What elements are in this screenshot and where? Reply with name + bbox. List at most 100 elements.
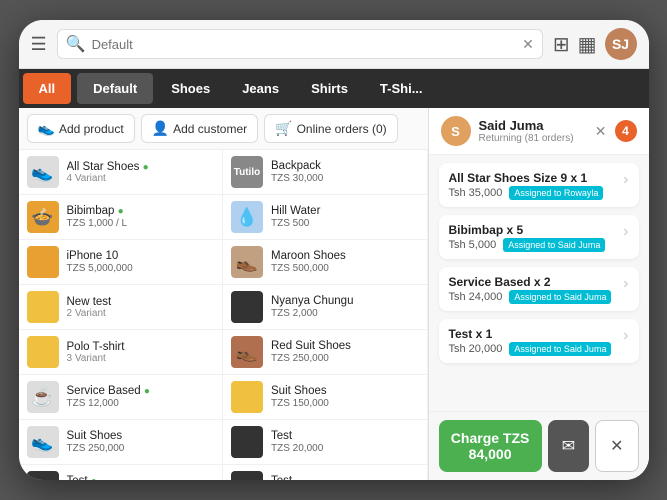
order-item-name: Service Based x 2	[449, 275, 616, 289]
product-info: Maroon Shoes TZS 500,000	[271, 250, 419, 274]
product-name: All Star Shoes ●	[67, 161, 215, 173]
product-price: TZS 1,000 / L	[67, 218, 215, 229]
list-item[interactable]: iPhone 10 TZS 5,000,000	[19, 240, 224, 285]
product-thumb: 🍲	[27, 201, 59, 233]
list-item[interactable]: 👞 Red Suit Shoes TZS 250,000	[223, 330, 428, 375]
product-name: Suit Shoes	[271, 385, 419, 397]
add-customer-button[interactable]: 👤 Add customer	[141, 114, 258, 143]
product-info: Suit Shoes TZS 150,000	[271, 385, 419, 409]
list-item[interactable]: Test TZS 20,000	[223, 465, 428, 480]
tab-all[interactable]: All	[23, 73, 72, 104]
product-thumb: 👟	[27, 426, 59, 458]
tab-jeans[interactable]: Jeans	[226, 73, 295, 104]
list-item[interactable]: 🍲 Bibimbap ● TZS 1,000 / L	[19, 195, 224, 240]
add-product-button[interactable]: 👟 Add product	[27, 114, 135, 143]
product-variant: 2 Variant	[67, 308, 215, 319]
product-info: iPhone 10 TZS 5,000,000	[67, 250, 215, 274]
product-info: Bibimbap ● TZS 1,000 / L	[67, 205, 215, 229]
order-item[interactable]: Service Based x 2 Tsh 24,000 Assigned to…	[439, 267, 639, 311]
search-clear-icon[interactable]: ✕	[522, 36, 534, 53]
order-item-info: Service Based x 2 Tsh 24,000 Assigned to…	[449, 275, 616, 303]
search-box: 🔍 ✕	[57, 29, 543, 59]
close-icon[interactable]: ✕	[595, 123, 607, 140]
product-name: Backpack	[271, 160, 419, 172]
category-tabs: All Default Shoes Jeans Shirts T-Shi...	[19, 69, 649, 108]
order-item-price: Tsh 35,000 Assigned to Rowayla	[449, 187, 616, 199]
list-item[interactable]: Nyanya Chungu TZS 2,000	[223, 285, 428, 330]
list-item[interactable]: 👟 Suit Shoes TZS 250,000	[19, 420, 224, 465]
product-thumb	[27, 291, 59, 323]
list-item[interactable]: ☕ Service Based ● TZS 12,000	[19, 375, 224, 420]
list-item[interactable]: Tutilo Backpack TZS 30,000	[223, 150, 428, 195]
product-price: TZS 2,000	[271, 308, 419, 319]
product-info: All Star Shoes ● 4 Variant	[67, 161, 215, 184]
product-info: Test TZS 20,000	[271, 430, 419, 454]
barcode-icon[interactable]: ▦	[578, 32, 597, 57]
cart-badge: 4	[615, 120, 637, 142]
list-item[interactable]: 💧 Hill Water TZS 500	[223, 195, 428, 240]
hamburger-icon[interactable]: ☰	[31, 34, 47, 55]
product-name: Test	[271, 475, 419, 480]
tab-default[interactable]: Default	[77, 73, 153, 104]
list-item[interactable]: Test TZS 20,000	[223, 420, 428, 465]
list-item[interactable]: 👟 All Star Shoes ● 4 Variant	[19, 150, 224, 195]
product-price: TZS 5,000,000	[67, 263, 215, 274]
product-thumb	[27, 471, 59, 480]
order-item-info: All Star Shoes Size 9 x 1 Tsh 35,000 Ass…	[449, 171, 616, 199]
chevron-right-icon: ›	[623, 327, 628, 345]
charge-button[interactable]: Charge TZS 84,000	[439, 420, 542, 472]
list-item[interactable]: Polo T-shirt 3 Variant	[19, 330, 224, 375]
order-item[interactable]: Test x 1 Tsh 20,000 Assigned to Said Jum…	[439, 319, 639, 363]
product-thumb: 👞	[231, 336, 263, 368]
product-variant: 3 Variant	[67, 353, 215, 364]
active-dot: ●	[91, 476, 97, 480]
list-item[interactable]: Suit Shoes TZS 150,000	[223, 375, 428, 420]
order-item[interactable]: All Star Shoes Size 9 x 1 Tsh 35,000 Ass…	[439, 163, 639, 207]
assigned-badge: Assigned to Rowayla	[509, 186, 603, 200]
products-grid: 👟 All Star Shoes ● 4 Variant Tutilo Back…	[19, 150, 428, 480]
avatar[interactable]: SJ	[605, 28, 637, 60]
chevron-right-icon: ›	[623, 171, 628, 189]
bottom-actions: Charge TZS 84,000 ✉ ✕	[429, 411, 649, 480]
action-bar: 👟 Add product 👤 Add customer 🛒 Online or…	[19, 108, 428, 150]
tablet-frame: ☰ 🔍 ✕ ⊞ ▦ SJ All Default Shoes Jeans Shi…	[19, 20, 649, 480]
cart-icon: 🛒	[275, 120, 292, 137]
cancel-button[interactable]: ✕	[595, 420, 638, 472]
product-thumb	[231, 426, 263, 458]
list-item[interactable]: Test ● TZS 20,000	[19, 465, 224, 480]
order-item-info: Test x 1 Tsh 20,000 Assigned to Said Jum…	[449, 327, 616, 355]
list-item[interactable]: New test 2 Variant	[19, 285, 224, 330]
product-price: TZS 20,000	[271, 443, 419, 454]
product-info: Test ● TZS 20,000	[67, 475, 215, 480]
product-name: Bibimbap ●	[67, 205, 215, 217]
add-product-label: Add product	[59, 122, 124, 136]
main-content: 👟 Add product 👤 Add customer 🛒 Online or…	[19, 108, 649, 480]
product-info: New test 2 Variant	[67, 296, 215, 319]
product-thumb: 👞	[231, 246, 263, 278]
tab-shirts[interactable]: Shirts	[295, 73, 364, 104]
email-button[interactable]: ✉	[548, 420, 589, 472]
top-bar: ☰ 🔍 ✕ ⊞ ▦ SJ	[19, 20, 649, 69]
customer-sub: Returning (81 orders)	[479, 133, 587, 144]
product-name: Suit Shoes	[67, 430, 215, 442]
product-name: Polo T-shirt	[67, 341, 215, 353]
product-name: Red Suit Shoes	[271, 340, 419, 352]
shoe-icon: 👟	[38, 120, 55, 137]
customer-name: Said Juma	[479, 118, 587, 133]
online-orders-label: Online orders (0)	[297, 122, 387, 136]
order-item[interactable]: Bibimbap x 5 Tsh 5,000 Assigned to Said …	[439, 215, 639, 259]
product-price: TZS 250,000	[67, 443, 215, 454]
list-item[interactable]: 👞 Maroon Shoes TZS 500,000	[223, 240, 428, 285]
search-input[interactable]	[92, 37, 517, 52]
online-orders-button[interactable]: 🛒 Online orders (0)	[264, 114, 397, 143]
tab-tshirts[interactable]: T-Shi...	[364, 73, 439, 104]
product-info: Test TZS 20,000	[271, 475, 419, 480]
grid-icon[interactable]: ⊞	[553, 32, 570, 57]
product-price: TZS 500	[271, 218, 419, 229]
avatar: S	[441, 116, 471, 146]
product-name: Service Based ●	[67, 385, 215, 397]
tab-shoes[interactable]: Shoes	[155, 73, 226, 104]
active-dot: ●	[118, 206, 124, 217]
product-info: Red Suit Shoes TZS 250,000	[271, 340, 419, 364]
product-thumb: 💧	[231, 201, 263, 233]
